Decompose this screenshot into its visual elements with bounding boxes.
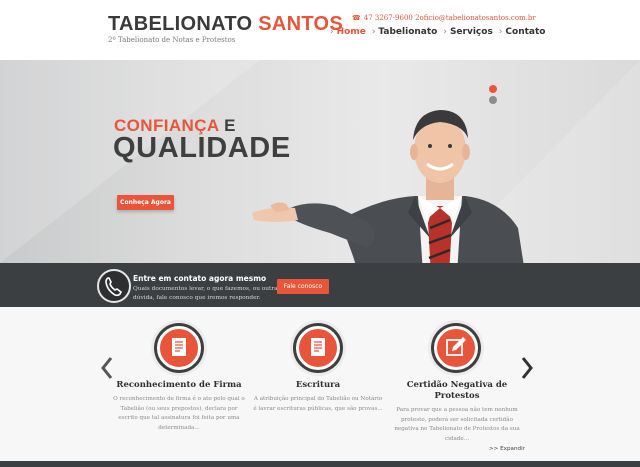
service-title[interactable]: Certidão Negativa de Protestos <box>392 380 522 402</box>
nav-item-tabelionato[interactable]: › Tabelionato <box>372 27 438 37</box>
chevron-right-icon: › <box>371 27 376 37</box>
chevron-right-icon: › <box>443 27 447 37</box>
contact-strip-text: Quais documentos levar, o que fazemos, o… <box>133 286 278 301</box>
contact-us-button[interactable]: Fale conosco <box>277 279 329 294</box>
phone-handset-icon <box>105 277 123 297</box>
chevron-right-icon: › <box>330 27 334 37</box>
phone-icon <box>97 269 131 303</box>
brand-subtitle: 2º Tabelionato de Notas e Protestos <box>108 36 236 44</box>
slider-dot-active[interactable] <box>489 85 497 93</box>
service-title[interactable]: Escritura <box>248 380 388 391</box>
slider-dots <box>489 85 497 107</box>
chevron-right-icon: › <box>498 27 503 37</box>
service-description: Para provar que a pessoa não tem nenhum … <box>394 407 520 442</box>
page: TABELIONATO SANTOS 2º Tabelionato de Not… <box>0 0 640 467</box>
service-title[interactable]: Reconhecimento de Firma <box>108 380 250 391</box>
edit-icon <box>434 326 478 370</box>
service-description: A atribuição principal do Tabelião ou No… <box>253 396 383 412</box>
brand-title-main: TABELIONATO <box>108 13 253 35</box>
slider-dot[interactable] <box>489 96 497 104</box>
header-contact: ☎ 47 3267-9600 2oficio@tabelionatosantos.… <box>352 14 536 22</box>
document-icon <box>296 326 340 370</box>
site-header: TABELIONATO SANTOS 2º Tabelionato de Not… <box>0 0 640 60</box>
chevron-right-icon[interactable] <box>520 356 534 380</box>
nav-item-contato[interactable]: › Contato <box>499 27 546 37</box>
hero-banner: CONFIANÇA E QUALIDADE Conheça Agora <box>0 60 640 263</box>
brand[interactable]: TABELIONATO SANTOS 2º Tabelionato de Not… <box>108 13 343 44</box>
service-card-certidao[interactable] <box>428 320 484 376</box>
service-description: O reconhecimento de firma é o ato pelo q… <box>113 396 245 431</box>
footer-bar <box>0 461 640 467</box>
contact-text: 47 3267-9600 2oficio@tabelionatosantos.c… <box>363 14 536 22</box>
document-icon <box>157 326 201 370</box>
service-card-escritura[interactable] <box>290 320 346 376</box>
businessman-image <box>252 110 524 263</box>
hero-cta-button[interactable]: Conheça Agora <box>117 195 174 210</box>
expand-link[interactable]: >> Expandir <box>489 446 525 452</box>
contact-strip-title: Entre em contato agora mesmo <box>133 274 267 283</box>
main-nav: › Home › Tabelionato › Serviços › Contato <box>330 27 551 37</box>
nav-item-home[interactable]: › Home <box>330 27 366 37</box>
brand-title: TABELIONATO SANTOS <box>108 13 343 35</box>
service-card-firma[interactable] <box>151 320 207 376</box>
chevron-left-icon[interactable] <box>100 356 114 380</box>
nav-item-servicos[interactable]: › Serviços <box>443 27 492 37</box>
phone-icon: ☎ <box>352 14 361 22</box>
